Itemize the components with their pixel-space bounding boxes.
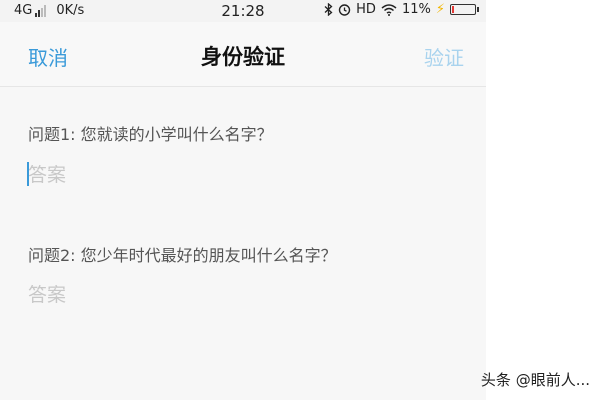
- wifi-icon: [381, 3, 397, 16]
- question-2-label: 问题2: 您少年时代最好的朋友叫什么名字？: [28, 246, 337, 265]
- text-cursor: [27, 162, 29, 186]
- alarm-icon: [338, 4, 351, 16]
- battery-icon: [450, 4, 479, 15]
- hd-indicator: HD: [356, 2, 376, 17]
- nav-bar: 取消 身份验证 验证: [0, 22, 486, 87]
- verify-button[interactable]: 验证: [424, 42, 464, 71]
- status-right: HD 11% ⚡: [324, 2, 479, 17]
- bluetooth-icon: [324, 3, 333, 16]
- question-1-label: 问题1: 您就读的小学叫什么名字？: [28, 125, 273, 144]
- page-title: 身份验证: [201, 45, 285, 69]
- charging-icon: ⚡: [435, 2, 445, 17]
- battery-percent: 11%: [401, 2, 431, 17]
- phone-screen: 4G 0K/s 21:28 HD 11% ⚡ 取消 身份验证 验证 问题1: 您…: [0, 0, 486, 400]
- answer-1-input[interactable]: [28, 160, 458, 190]
- answer-2-input[interactable]: [28, 280, 458, 310]
- watermark: 头条 @眼前人...: [480, 371, 590, 389]
- status-bar: 4G 0K/s 21:28 HD 11% ⚡: [0, 0, 486, 22]
- battery-level: [452, 6, 454, 13]
